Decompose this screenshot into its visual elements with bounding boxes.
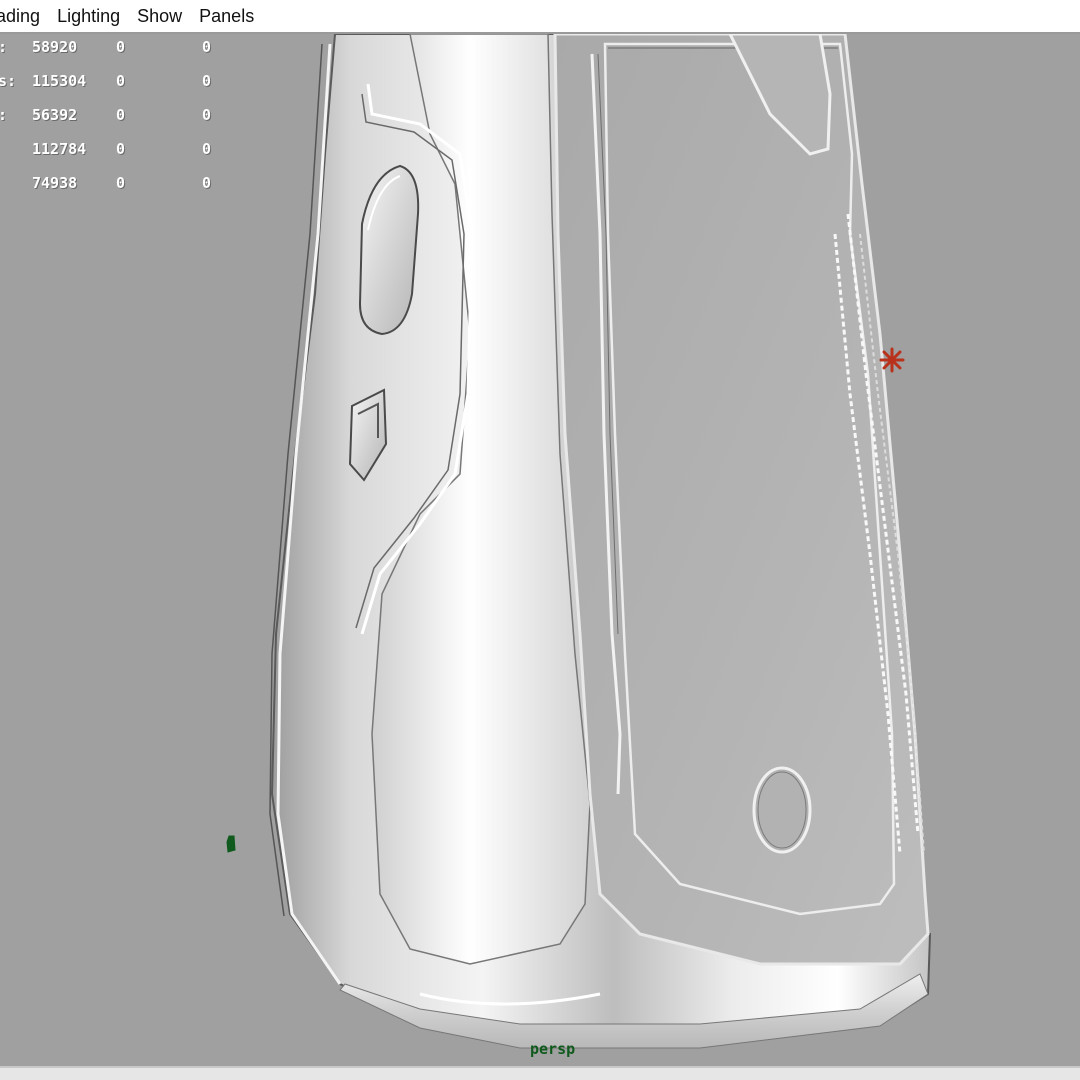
axis-indicator-icon (226, 835, 236, 853)
hud-value: 58920 (32, 38, 78, 56)
viewport-menu-bar: nading Lighting Show Panels (0, 0, 1080, 34)
hud-row-edges: s: 115304 0 0 (0, 72, 260, 106)
hud-value: 0 (116, 72, 126, 90)
hud-value: 0 (116, 38, 126, 56)
viewport-bottom-bar (0, 1066, 1080, 1080)
hud-label: s: (0, 72, 17, 90)
camera-name-label: persp (530, 1040, 576, 1058)
hud-value: 0 (202, 174, 212, 192)
hud-value: 0 (202, 140, 212, 158)
menu-show[interactable]: Show (137, 6, 182, 27)
menu-shading[interactable]: nading (0, 6, 40, 27)
3d-viewport[interactable]: : 58920 0 0 s: 115304 0 0 : 56392 0 0 11… (0, 34, 1080, 1066)
hud-row-faces: : 56392 0 0 (0, 106, 260, 140)
hud-value: 0 (116, 106, 126, 124)
poly-count-hud: : 58920 0 0 s: 115304 0 0 : 56392 0 0 11… (0, 38, 260, 208)
hud-value: 112784 (32, 140, 87, 158)
hud-label: : (0, 38, 7, 56)
hud-label: : (0, 106, 7, 124)
hud-value: 56392 (32, 106, 78, 124)
manipulator-pivot-icon[interactable] (879, 347, 905, 373)
menu-panels[interactable]: Panels (199, 6, 254, 27)
hud-value: 0 (202, 106, 212, 124)
menu-lighting[interactable]: Lighting (57, 6, 120, 27)
hud-value: 0 (116, 174, 126, 192)
hud-value: 0 (116, 140, 126, 158)
hud-row-tris: 112784 0 0 (0, 140, 260, 174)
hud-value: 74938 (32, 174, 78, 192)
hud-value: 0 (202, 38, 212, 56)
hud-value: 115304 (32, 72, 87, 90)
hud-value: 0 (202, 72, 212, 90)
hud-row-uvs: 74938 0 0 (0, 174, 260, 208)
hud-row-vertices: : 58920 0 0 (0, 38, 260, 72)
maya-app-window: nading Lighting Show Panels (0, 0, 1080, 1080)
